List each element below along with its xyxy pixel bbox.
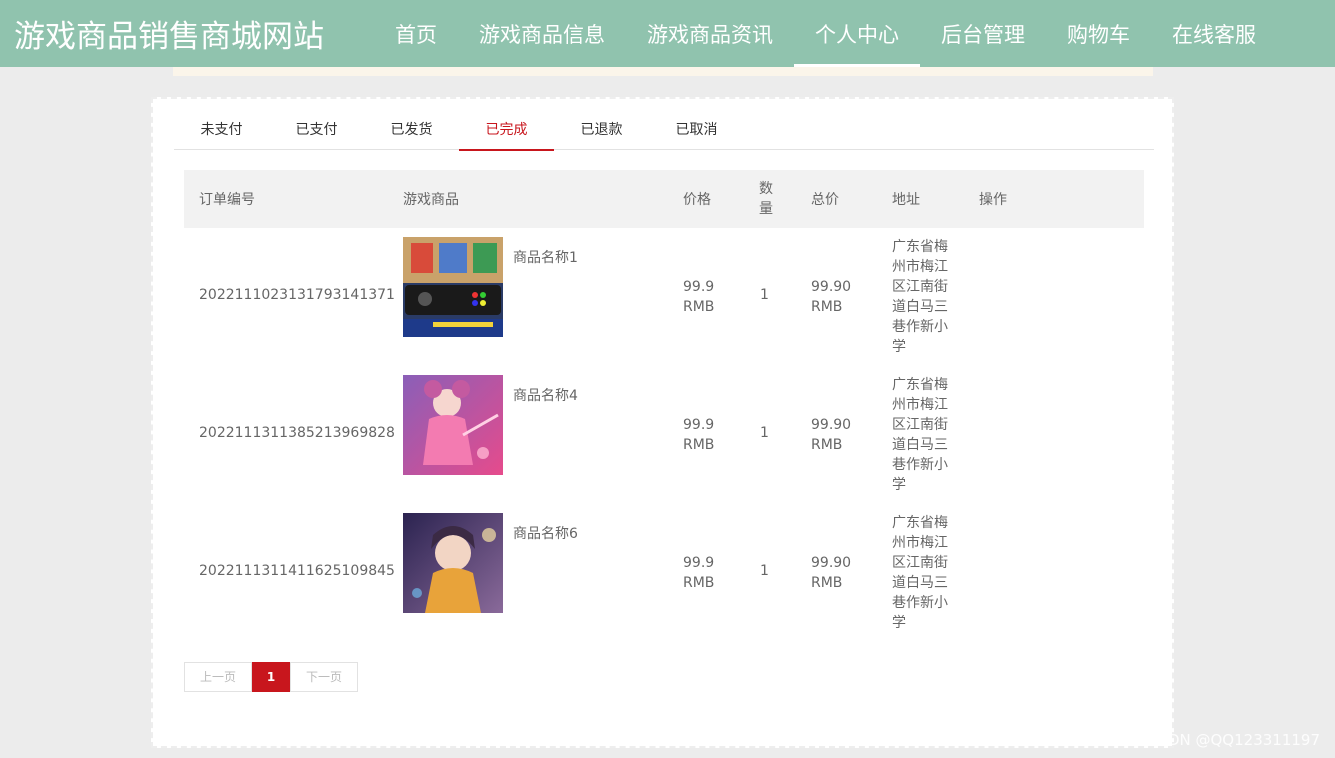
nav-home[interactable]: 首页 bbox=[374, 0, 458, 67]
header-price: 价格 bbox=[683, 192, 711, 208]
anime-girl-pink-image bbox=[403, 375, 503, 475]
order-number: 2022111311385213969828 bbox=[199, 425, 395, 441]
price-value: 99.9 RMB bbox=[683, 417, 715, 453]
quantity-value: 1 bbox=[760, 425, 769, 441]
order-status-tabs: 未支付 已支付 已发货 已完成 已退款 已取消 bbox=[174, 111, 1154, 151]
nav-cart[interactable]: 购物车 bbox=[1046, 0, 1151, 67]
game-controller-image bbox=[403, 237, 503, 337]
prev-page-button[interactable]: 上一页 bbox=[184, 662, 252, 692]
tab-cancelled[interactable]: 已取消 bbox=[649, 111, 744, 150]
anime-girl-dark-image bbox=[403, 513, 503, 613]
header-order-no: 订单编号 bbox=[199, 192, 255, 208]
product-name-link[interactable]: 商品名称4 bbox=[513, 385, 578, 405]
product-name-link[interactable]: 商品名称6 bbox=[513, 523, 578, 543]
address-value: 广东省梅州市梅江区江南街道白马三巷作新小学 bbox=[892, 515, 948, 631]
address-value: 广东省梅州市梅江区江南街道白马三巷作新小学 bbox=[892, 377, 948, 493]
header-product: 游戏商品 bbox=[403, 192, 459, 208]
next-page-button[interactable]: 下一页 bbox=[290, 662, 358, 692]
tab-unpaid[interactable]: 未支付 bbox=[174, 111, 269, 150]
site-title[interactable]: 游戏商品销售商城网站 bbox=[14, 11, 324, 56]
header-total: 总价 bbox=[811, 192, 839, 208]
pagination: 上一页 1 下一页 bbox=[184, 662, 358, 692]
order-number: 2022111023131793141371 bbox=[199, 287, 395, 303]
quantity-value: 1 bbox=[760, 287, 769, 303]
total-value: 99.90 RMB bbox=[811, 555, 852, 591]
table-row: 2022111311385213969828 商品名称4 99.9 RMB 1 … bbox=[184, 366, 1144, 504]
address-value: 广东省梅州市梅江区江南街道白马三巷作新小学 bbox=[892, 239, 948, 355]
orders-panel: 未支付 已支付 已发货 已完成 已退款 已取消 订单编号 游戏商品 价格 数量 … bbox=[151, 97, 1174, 748]
watermark: CSDN @QQ123311197 bbox=[1147, 731, 1320, 749]
nav-admin[interactable]: 后台管理 bbox=[920, 0, 1046, 67]
top-strip bbox=[173, 67, 1153, 76]
table-header: 订单编号 游戏商品 价格 数量 总价 地址 操作 bbox=[184, 170, 1144, 228]
nav-game-news[interactable]: 游戏商品资讯 bbox=[626, 0, 794, 67]
current-page-button[interactable]: 1 bbox=[252, 662, 290, 692]
product-thumbnail[interactable] bbox=[403, 237, 503, 337]
total-value: 99.90 RMB bbox=[811, 417, 852, 453]
orders-table: 订单编号 游戏商品 价格 数量 总价 地址 操作 202211102313179… bbox=[184, 170, 1144, 642]
table-row: 2022111023131793141371 商品名称1 99.9 RMB 1 … bbox=[184, 228, 1144, 366]
order-number: 2022111311411625109845 bbox=[199, 563, 395, 579]
tab-completed[interactable]: 已完成 bbox=[459, 111, 554, 151]
quantity-value: 1 bbox=[760, 563, 769, 579]
table-row: 2022111311411625109845 商品名称6 99.9 RMB 1 … bbox=[184, 504, 1144, 642]
header-address: 地址 bbox=[892, 192, 920, 208]
tab-refunded[interactable]: 已退款 bbox=[554, 111, 649, 150]
nav-online-service[interactable]: 在线客服 bbox=[1151, 0, 1277, 67]
header-qty: 数量 bbox=[759, 181, 773, 217]
top-navbar: 游戏商品销售商城网站 首页 游戏商品信息 游戏商品资讯 个人中心 后台管理 购物… bbox=[0, 0, 1335, 67]
main-nav: 首页 游戏商品信息 游戏商品资讯 个人中心 后台管理 购物车 在线客服 bbox=[374, 0, 1277, 67]
product-name-link[interactable]: 商品名称1 bbox=[513, 247, 578, 267]
price-value: 99.9 RMB bbox=[683, 279, 715, 315]
product-thumbnail[interactable] bbox=[403, 375, 503, 475]
header-action: 操作 bbox=[979, 192, 1007, 208]
product-thumbnail[interactable] bbox=[403, 513, 503, 613]
nav-user-center[interactable]: 个人中心 bbox=[794, 0, 920, 67]
tab-paid[interactable]: 已支付 bbox=[269, 111, 364, 150]
total-value: 99.90 RMB bbox=[811, 279, 852, 315]
tab-shipped[interactable]: 已发货 bbox=[364, 111, 459, 150]
price-value: 99.9 RMB bbox=[683, 555, 715, 591]
nav-game-products[interactable]: 游戏商品信息 bbox=[458, 0, 626, 67]
